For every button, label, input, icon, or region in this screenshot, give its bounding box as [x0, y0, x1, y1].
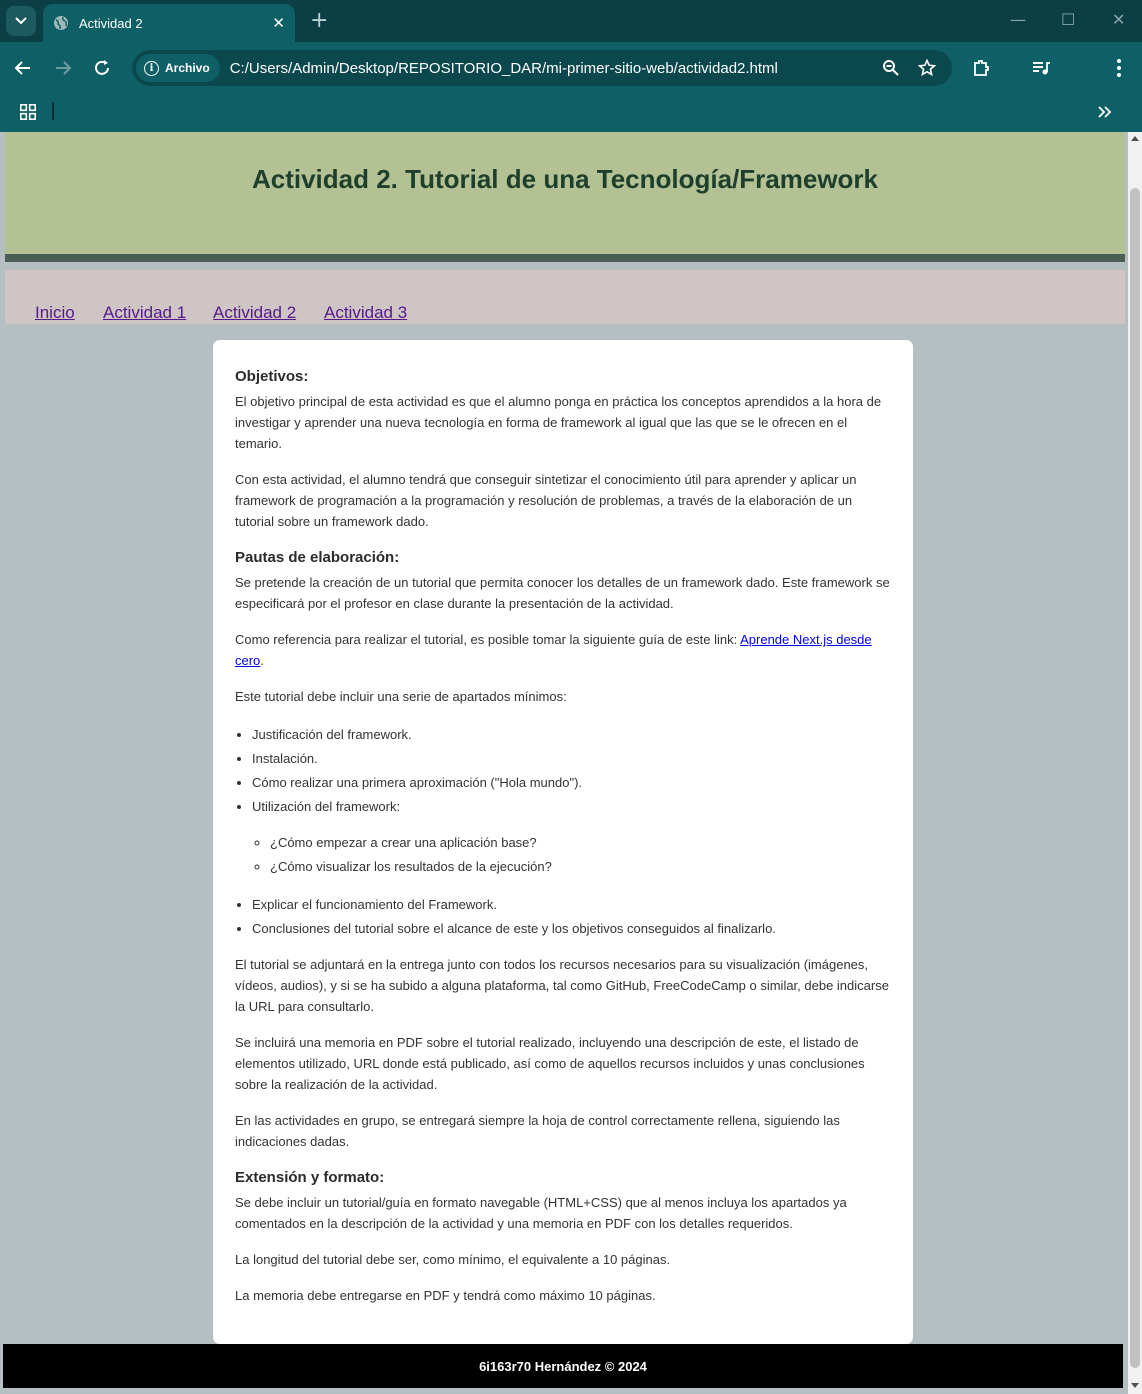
maximize-icon[interactable]: ☐ — [1061, 10, 1075, 29]
scroll-up-icon[interactable] — [1131, 136, 1139, 141]
extensions-icon[interactable] — [970, 56, 994, 80]
media-icon[interactable] — [1029, 56, 1053, 80]
globe-icon — [54, 16, 68, 30]
address-bar[interactable]: i Archivo C:/Users/Admin/Desktop/REPOSIT… — [132, 50, 952, 86]
paragraph: La longitud del tutorial debe ser, como … — [235, 1252, 671, 1267]
site-footer: 6i163r70 Hernández © 2024 — [3, 1344, 1123, 1388]
scrollbar-thumb[interactable] — [1130, 188, 1140, 1368]
web-page: Actividad 2. Tutorial de una Tecnología/… — [0, 132, 1128, 1394]
browser-toolbar: i Archivo C:/Users/Admin/Desktop/REPOSIT… — [0, 42, 1142, 94]
paragraph-text: . — [260, 653, 264, 668]
page-scrollbar[interactable] — [1128, 132, 1142, 1394]
scroll-down-icon[interactable] — [1131, 1383, 1139, 1388]
paragraph: El tutorial se adjuntará en la entrega j… — [235, 957, 889, 1014]
paragraph: Con esta actividad, el alumno tendrá que… — [235, 472, 857, 529]
nav-link-actividad-1[interactable]: Actividad 1 — [103, 303, 186, 323]
sub-list: ¿Cómo empezar a crear una aplicación bas… — [270, 832, 891, 877]
active-tab[interactable]: Actividad 2 ✕ — [43, 4, 295, 42]
bookmarks-bar — [0, 94, 1142, 132]
site-nav: Inicio Actividad 1 Actividad 2 Actividad… — [5, 270, 1125, 324]
heading-extension: Extensión y formato: — [235, 1169, 385, 1186]
list-item: Justificación del framework. — [252, 724, 891, 745]
list-item: Instalación. — [252, 748, 891, 769]
paragraph-with-link: Como referencia para realizar el tutoria… — [235, 629, 891, 671]
forward-icon[interactable] — [51, 56, 75, 80]
list-item: Cómo realizar una primera aproximación (… — [252, 772, 891, 793]
nav-link-actividad-3[interactable]: Actividad 3 — [324, 303, 407, 323]
tab-search-icon[interactable] — [6, 6, 36, 36]
heading-objetivos: Objetivos: — [235, 368, 309, 385]
url-text[interactable]: C:/Users/Admin/Desktop/REPOSITORIO_DAR/m… — [230, 60, 880, 77]
nav-link-actividad-2[interactable]: Actividad 2 — [213, 303, 296, 323]
apps-icon[interactable] — [16, 100, 40, 124]
paragraph: Se debe incluir un tutorial/guía en form… — [235, 1195, 847, 1231]
close-icon[interactable]: ✕ — [272, 14, 285, 32]
list-item: Utilización del framework: ¿Cómo empezar… — [252, 796, 891, 877]
reload-icon[interactable] — [90, 56, 114, 80]
paragraph: Se incluirá una memoria en PDF sobre el … — [235, 1035, 865, 1092]
paragraph: El objetivo principal de esta actividad … — [235, 394, 882, 451]
chevron-right-icon[interactable] — [1093, 100, 1117, 124]
paragraph: Este tutorial debe incluir una serie de … — [235, 689, 567, 704]
paragraph-text: Como referencia para realizar el tutoria… — [235, 632, 741, 647]
minimize-icon[interactable]: — — [1010, 10, 1026, 29]
paragraph: La memoria debe entregarse en PDF y tend… — [235, 1288, 656, 1303]
list-item: Explicar el funcionamiento del Framework… — [252, 894, 891, 915]
back-icon[interactable] — [11, 56, 35, 80]
window-close-icon[interactable]: ✕ — [1112, 10, 1125, 29]
list-item-text: Utilización del framework: — [252, 799, 401, 814]
list-item: Conclusiones del tutorial sobre el alcan… — [252, 918, 891, 939]
tab-title: Actividad 2 — [79, 15, 143, 31]
nav-link-inicio[interactable]: Inicio — [35, 303, 75, 323]
tab-strip: Actividad 2 ✕ + — ☐ ✕ — [0, 0, 1142, 42]
star-icon[interactable] — [916, 57, 938, 79]
paragraph: En las actividades en grupo, se entregar… — [235, 1113, 840, 1149]
page-title: Actividad 2. Tutorial de una Tecnología/… — [251, 164, 879, 194]
info-icon: i — [144, 60, 159, 76]
sub-list-item: ¿Cómo empezar a crear una aplicación bas… — [270, 832, 891, 853]
site-header: Actividad 2. Tutorial de una Tecnología/… — [5, 132, 1125, 262]
bookmarks-divider — [52, 102, 54, 120]
security-chip[interactable]: i Archivo — [136, 54, 220, 82]
security-chip-label: Archivo — [165, 61, 210, 75]
content-card: Objetivos: El objetivo principal de esta… — [213, 340, 913, 1344]
footer-text: 6i163r70 Hernández © 2024 — [479, 1359, 647, 1374]
paragraph: Se pretende la creación de un tutorial q… — [235, 575, 890, 611]
sub-list-item: ¿Cómo visualizar los resultados de la ej… — [270, 856, 891, 877]
heading-pautas: Pautas de elaboración: — [235, 549, 400, 566]
zoom-icon[interactable] — [880, 57, 902, 79]
new-tab-button[interactable]: + — [310, 8, 328, 33]
menu-icon[interactable] — [1107, 56, 1131, 80]
requirements-list: Justificación del framework. Instalación… — [252, 724, 891, 939]
